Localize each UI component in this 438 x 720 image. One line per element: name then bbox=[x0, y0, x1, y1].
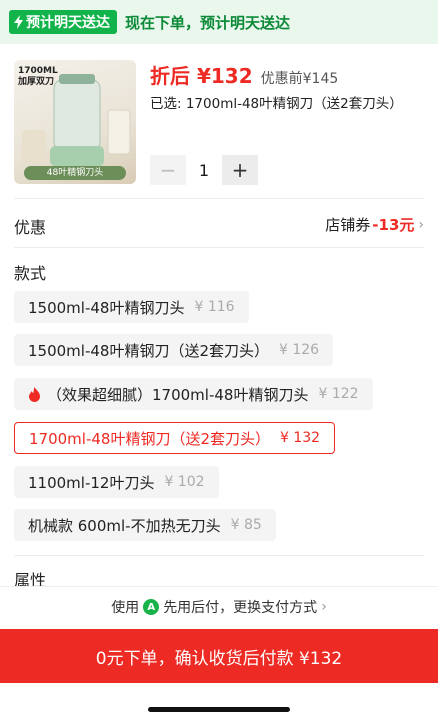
divider bbox=[14, 247, 424, 248]
coupon-label: 店铺券 bbox=[325, 216, 371, 234]
pay-later-icon: A bbox=[143, 599, 160, 615]
increase-button[interactable]: + bbox=[222, 155, 258, 185]
price-row: 折后 ¥132 优惠前¥145 bbox=[150, 60, 338, 89]
selected-spec: 已选: 1700ml-48叶精钢刀（送2套刀头） bbox=[150, 96, 403, 112]
divider bbox=[14, 555, 424, 556]
style-option-name: 1500ml-48叶精钢刀头 bbox=[28, 298, 185, 317]
style-option[interactable]: 1500ml-48叶精钢刀（送2套刀头） ¥ 126 bbox=[14, 334, 334, 366]
home-indicator bbox=[148, 707, 290, 712]
delivery-text: 现在下单，预计明天送达 bbox=[125, 13, 291, 32]
pay-prefix: 使用 bbox=[111, 600, 140, 616]
quantity-value[interactable]: 1 bbox=[186, 161, 222, 180]
style-option-name: （效果超细腻）1700ml-48叶精钢刀头 bbox=[47, 385, 309, 404]
style-option[interactable]: 1500ml-48叶精钢刀头 ¥ 116 bbox=[14, 291, 249, 323]
style-option-price: ¥ 126 bbox=[279, 342, 320, 358]
style-label: 款式 bbox=[14, 264, 47, 283]
style-option-selected[interactable]: 1700ml-48叶精钢刀（送2套刀头） ¥ 132 bbox=[14, 422, 336, 454]
coupon-value: -13元 bbox=[372, 216, 415, 234]
style-option-name: 1700ml-48叶精钢刀（送2套刀头） bbox=[29, 429, 270, 448]
fire-icon bbox=[29, 386, 40, 402]
delivery-bar: 预计明天送达 现在下单，预计明天送达 bbox=[0, 0, 438, 44]
discount-label: 优惠 bbox=[14, 218, 47, 237]
style-option-name: 机械款 600ml-不加热无刀头 bbox=[28, 516, 221, 535]
quantity-stepper: − 1 + bbox=[150, 155, 258, 185]
style-option[interactable]: （效果超细腻）1700ml-48叶精钢刀头 ¥ 122 bbox=[14, 378, 373, 410]
divider bbox=[14, 198, 424, 199]
style-option[interactable]: 机械款 600ml-不加热无刀头 ¥ 85 bbox=[14, 509, 276, 541]
style-option-name: 1500ml-48叶精钢刀（送2套刀头） bbox=[28, 341, 269, 360]
style-option[interactable]: 1100ml-12叶刀头 ¥ 102 bbox=[14, 466, 219, 498]
pay-later-text: 先用后付，更换支付方式 bbox=[163, 600, 318, 616]
decrease-button[interactable]: − bbox=[150, 155, 186, 185]
style-option-price: ¥ 102 bbox=[164, 474, 205, 490]
product-image[interactable]: 1700ML 加厚双刀 48叶精钢刀头 bbox=[14, 60, 136, 184]
image-caption: 48叶精钢刀头 bbox=[24, 166, 126, 180]
bolt-icon bbox=[14, 15, 23, 29]
coupon-selector[interactable]: 店铺券 -13元 › bbox=[325, 214, 424, 235]
original-price: 优惠前¥145 bbox=[260, 71, 339, 87]
style-option-price: ¥ 122 bbox=[318, 386, 359, 402]
discounted-price: 折后 ¥132 bbox=[150, 64, 253, 88]
style-option-name: 1100ml-12叶刀头 bbox=[28, 473, 155, 492]
style-option-price: ¥ 85 bbox=[230, 517, 262, 533]
chevron-right-icon: › bbox=[321, 599, 327, 615]
style-option-price: ¥ 132 bbox=[280, 430, 321, 446]
chevron-right-icon: › bbox=[418, 216, 424, 233]
delivery-badge-label: 预计明天送达 bbox=[26, 15, 110, 31]
confirm-order-button[interactable]: 0元下单，确认收货后付款 ¥132 bbox=[0, 629, 438, 683]
pay-later-link[interactable]: 使用 A 先用后付，更换支付方式 › bbox=[0, 597, 438, 617]
style-option-price: ¥ 116 bbox=[194, 299, 235, 315]
delivery-badge: 预计明天送达 bbox=[9, 10, 117, 34]
bottom-panel: 使用 A 先用后付，更换支付方式 › 0元下单，确认收货后付款 ¥132 bbox=[0, 586, 438, 720]
